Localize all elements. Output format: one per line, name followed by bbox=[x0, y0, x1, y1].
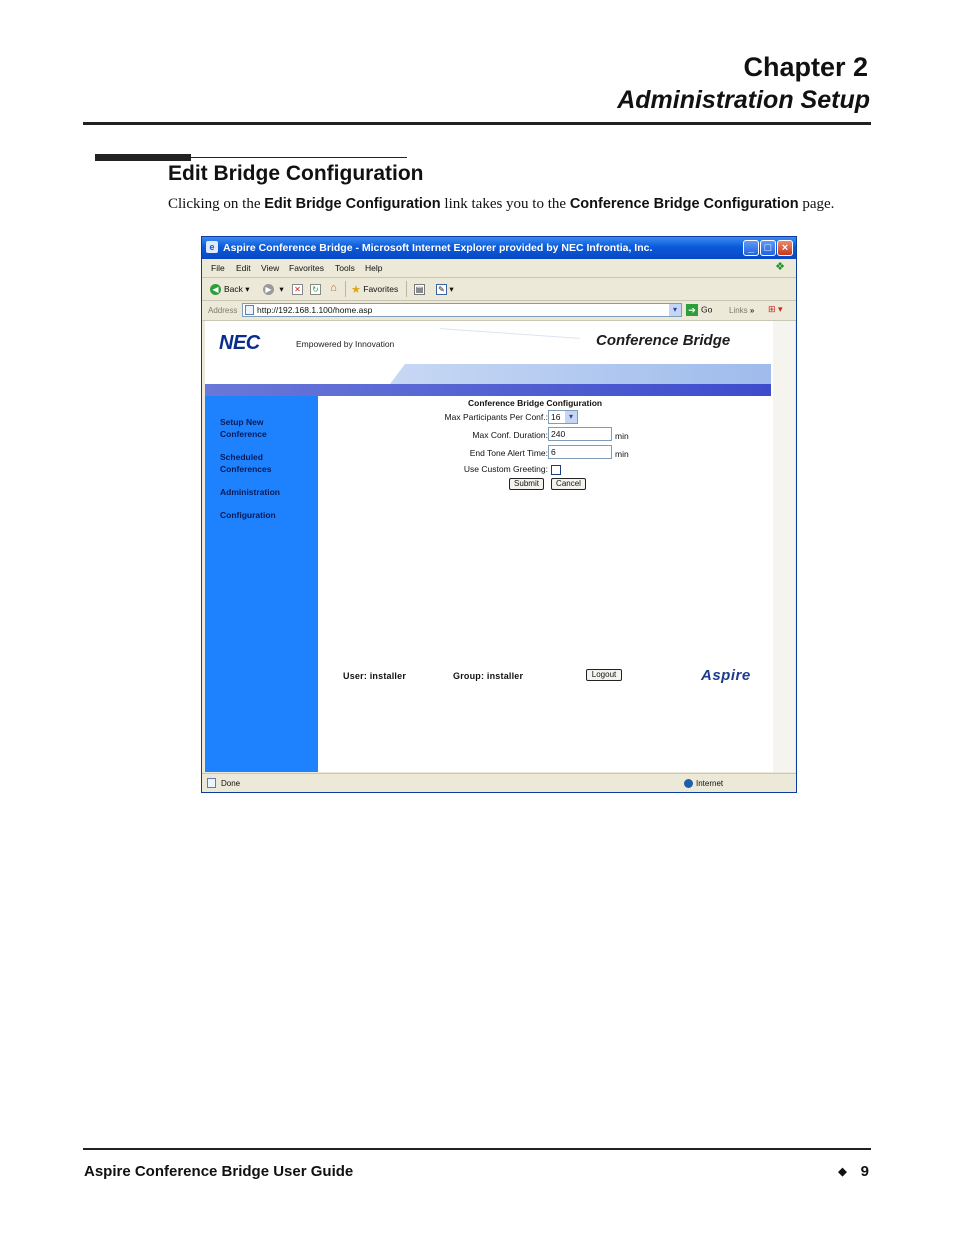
page-number: ◆ 9 bbox=[838, 1163, 869, 1180]
home-button[interactable]: ⌂ bbox=[328, 282, 339, 296]
intro-paragraph: Clicking on the Edit Bridge Configuratio… bbox=[168, 196, 835, 212]
toolbar-separator bbox=[345, 281, 346, 297]
max-duration-label: Max Conf. Duration: bbox=[472, 430, 548, 440]
print-button[interactable]: ▤ bbox=[414, 282, 425, 296]
back-button[interactable]: ◀ Back ▾ bbox=[210, 282, 250, 296]
refresh-button[interactable]: ↻ bbox=[310, 282, 321, 296]
sidebar: Setup New Conference Scheduled Conferences… bbox=[205, 396, 318, 772]
menu-favorites[interactable]: Favorites bbox=[289, 263, 324, 273]
end-tone-unit: min bbox=[615, 449, 629, 459]
sidebar-item-scheduled-conferences[interactable]: Scheduled Conferences bbox=[220, 451, 272, 475]
user-label: User: installer bbox=[343, 671, 407, 681]
minimize-icon[interactable]: _ bbox=[743, 240, 759, 256]
header-stripe bbox=[205, 384, 771, 396]
stop-button[interactable]: ✕ bbox=[292, 282, 303, 296]
toolbar: ◀ Back ▾ ▶ ▾ ✕ ↻ ⌂ ★ Favorites ▤ ✎ ▾ bbox=[202, 278, 796, 301]
favorites-button[interactable]: ★ Favorites bbox=[351, 282, 398, 296]
app-header: NEC Empowered by Innovation Conference B… bbox=[205, 321, 771, 396]
page-status-icon bbox=[207, 778, 216, 788]
custom-greeting-label: Use Custom Greeting: bbox=[463, 464, 548, 474]
go-button[interactable]: ➔ Go bbox=[686, 304, 712, 316]
page-icon bbox=[245, 305, 254, 315]
max-participants-label: Max Participants Per Conf.: bbox=[444, 412, 548, 422]
print-icon: ▤ bbox=[414, 284, 425, 296]
scrollbar[interactable] bbox=[773, 321, 795, 772]
menu-help[interactable]: Help bbox=[365, 263, 382, 273]
home-icon: ⌂ bbox=[330, 282, 337, 295]
status-bar: Done Internet bbox=[202, 773, 796, 793]
logout-button[interactable]: Logout bbox=[586, 669, 622, 681]
decorative-line bbox=[440, 328, 580, 339]
stop-icon: ✕ bbox=[292, 284, 303, 296]
address-url: http://192.168.1.100/home.asp bbox=[257, 305, 373, 315]
footer-guide-title: Aspire Conference Bridge User Guide bbox=[84, 1163, 354, 1180]
globe-icon bbox=[684, 779, 693, 789]
diamond-icon: ◆ bbox=[838, 1166, 847, 1178]
end-tone-label: End Tone Alert Time: bbox=[469, 448, 548, 458]
menu-bar: File Edit View Favorites Tools Help ❖ bbox=[202, 259, 796, 278]
menu-edit[interactable]: Edit bbox=[236, 263, 251, 273]
windows-logo-icon: ❖ bbox=[775, 261, 785, 273]
chevron-down-icon[interactable]: ▾ bbox=[669, 304, 681, 316]
product-title: Conference Bridge bbox=[596, 332, 731, 349]
toolbar-extension-icon[interactable]: ⊞ ▾ bbox=[768, 304, 783, 315]
sidebar-item-administration[interactable]: Administration bbox=[220, 486, 280, 498]
end-tone-field[interactable]: 6 bbox=[548, 445, 612, 459]
close-icon[interactable]: × bbox=[777, 240, 793, 256]
sidebar-item-setup-new-conference[interactable]: Setup New Conference bbox=[220, 416, 267, 440]
chapter-title: Administration Setup bbox=[617, 86, 870, 114]
header-rule bbox=[83, 122, 871, 125]
section-title: Edit Bridge Configuration bbox=[168, 162, 424, 185]
tagline: Empowered by Innovation bbox=[296, 339, 395, 349]
go-arrow-icon: ➔ bbox=[686, 304, 698, 316]
address-bar: Address http://192.168.1.100/home.asp ▾ … bbox=[202, 301, 796, 321]
header-band bbox=[390, 364, 771, 384]
security-zone: Internet bbox=[684, 779, 723, 789]
max-participants-select[interactable]: 16 ▾ bbox=[548, 410, 578, 424]
maximize-icon[interactable]: □ bbox=[760, 240, 776, 256]
address-label: Address bbox=[208, 306, 238, 315]
browser-title: Aspire Conference Bridge - Microsoft Int… bbox=[223, 242, 653, 254]
nec-logo: NEC bbox=[219, 332, 260, 354]
sidebar-item-configuration[interactable]: Configuration bbox=[220, 509, 276, 521]
aspire-logo: Aspire bbox=[701, 667, 751, 684]
address-input[interactable]: http://192.168.1.100/home.asp ▾ bbox=[242, 303, 682, 317]
max-duration-field[interactable]: 240 bbox=[548, 427, 612, 441]
edit-page-icon: ✎ bbox=[436, 284, 447, 296]
chevron-down-icon: ▾ bbox=[565, 411, 577, 423]
status-text: Done bbox=[221, 779, 241, 788]
footer-rule bbox=[83, 1148, 871, 1150]
menu-file[interactable]: File bbox=[211, 263, 225, 273]
browser-title-bar[interactable]: e Aspire Conference Bridge - Microsoft I… bbox=[202, 237, 796, 259]
custom-greeting-checkbox[interactable] bbox=[551, 465, 561, 475]
forward-arrow-icon: ▶ bbox=[263, 284, 274, 296]
form-title: Conference Bridge Configuration bbox=[468, 398, 603, 408]
max-duration-unit: min bbox=[615, 431, 629, 441]
menu-view[interactable]: View bbox=[261, 263, 279, 273]
links-button[interactable]: Links » bbox=[729, 306, 754, 315]
group-label: Group: installer bbox=[453, 671, 524, 681]
toolbar-separator bbox=[406, 281, 407, 297]
forward-button[interactable]: ▶ ▾ bbox=[263, 282, 284, 296]
back-arrow-icon: ◀ bbox=[210, 284, 221, 296]
menu-tools[interactable]: Tools bbox=[335, 263, 355, 273]
chapter-number: Chapter 2 bbox=[743, 52, 868, 82]
star-icon: ★ bbox=[351, 283, 361, 296]
section-rule-thin bbox=[95, 157, 407, 158]
cancel-button[interactable]: Cancel bbox=[551, 478, 586, 490]
refresh-icon: ↻ bbox=[310, 284, 321, 296]
page-viewport: NEC Empowered by Innovation Conference B… bbox=[205, 321, 795, 772]
edit-page-button[interactable]: ✎ ▾ bbox=[436, 282, 454, 296]
submit-button[interactable]: Submit bbox=[509, 478, 544, 490]
ie-icon: e bbox=[206, 241, 218, 253]
browser-window: e Aspire Conference Bridge - Microsoft I… bbox=[201, 236, 797, 793]
